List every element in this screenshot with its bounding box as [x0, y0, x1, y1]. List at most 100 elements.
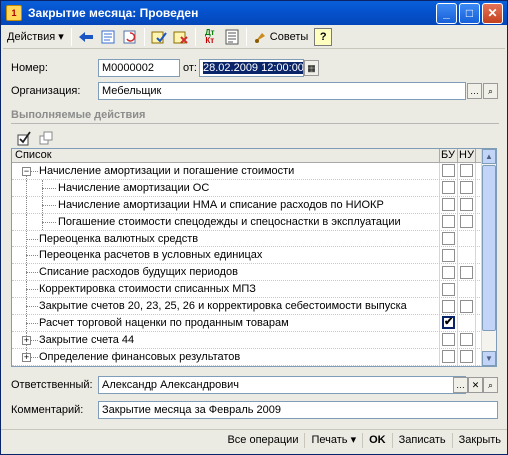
table-row[interactable]: Списание расходов будущих периодов	[12, 264, 496, 282]
column-header-nu[interactable]: НУ	[458, 149, 476, 162]
table-row[interactable]: + Определение финансовых результатов	[12, 348, 496, 366]
list-cell[interactable]: Начисление амортизации ОС	[12, 179, 440, 196]
clear-icon[interactable]: ✕	[468, 377, 483, 393]
bu-checkbox[interactable]	[442, 232, 455, 245]
responsible-field[interactable]: Александр Александрович	[98, 376, 466, 394]
refresh-document-icon[interactable]	[120, 27, 140, 47]
nu-cell	[458, 331, 476, 348]
nu-cell	[458, 298, 476, 315]
nu-checkbox[interactable]	[460, 265, 473, 279]
column-header-bu[interactable]: БУ	[440, 149, 458, 162]
ok-button[interactable]: OK	[363, 431, 392, 450]
bu-checkbox[interactable]	[442, 265, 455, 279]
bu-checkbox[interactable]	[442, 350, 455, 364]
list-cell[interactable]: − Начисление амортизации и погашение стои…	[12, 163, 440, 179]
table-row[interactable]: Погашение стоимости спецодежды и спецосн…	[12, 213, 496, 231]
bu-checkbox[interactable]: ✔	[442, 316, 455, 330]
scroll-up-button[interactable]: ▲	[482, 149, 496, 164]
nu-checkbox[interactable]	[460, 181, 473, 195]
list-cell[interactable]: Расчет торговой наценки по проданным тов…	[12, 315, 440, 331]
vertical-scrollbar[interactable]: ▲ ▼	[481, 149, 496, 366]
nu-checkbox[interactable]	[460, 198, 473, 212]
organization-field[interactable]: Мебельщик	[98, 82, 466, 100]
table-row[interactable]: Корректировка стоимости списанных МПЗ	[12, 281, 496, 299]
scroll-thumb[interactable]	[482, 165, 496, 331]
nu-checkbox[interactable]	[460, 299, 473, 313]
number-field[interactable]: М0000002	[98, 59, 180, 77]
all-operations-button[interactable]: Все операции	[221, 431, 304, 450]
check-all-icon[interactable]	[14, 128, 34, 148]
table-row[interactable]: Закрытие счетов 20, 23, 25, 26 и коррект…	[12, 298, 496, 316]
collapse-icon[interactable]: −	[22, 167, 31, 176]
nu-checkbox[interactable]	[460, 350, 473, 364]
expand-icon[interactable]: +	[22, 352, 31, 362]
arrow-left-icon[interactable]	[76, 27, 96, 47]
print-button[interactable]: Печать ▾	[305, 431, 362, 450]
nu-cell	[458, 179, 476, 196]
calendar-icon[interactable]: ▦	[304, 60, 319, 76]
help-button[interactable]: ?	[314, 27, 333, 46]
table-row[interactable]: Начисление амортизации ОС	[12, 179, 496, 197]
advice-button[interactable]: Советы	[250, 27, 311, 47]
list-cell[interactable]: Корректировка стоимости списанных МПЗ	[12, 281, 440, 298]
expand-icon[interactable]: +	[22, 335, 31, 345]
window-title: Закрытие месяца: Проведен	[28, 6, 199, 20]
table-row[interactable]: Переоценка расчетов в условных единицах	[12, 247, 496, 265]
nu-checkbox[interactable]	[460, 164, 473, 178]
list-cell[interactable]: + Определение финансовых результатов	[12, 348, 440, 365]
uncheck-all-icon[interactable]	[36, 128, 56, 148]
column-header-list[interactable]: Список	[12, 149, 440, 162]
table-row[interactable]: Начисление амортизации НМА и списание ра…	[12, 196, 496, 214]
toolbar-separator	[143, 27, 145, 46]
table-row[interactable]: Переоценка валютных средств	[12, 230, 496, 248]
post-document-icon[interactable]	[149, 27, 169, 47]
nu-cell	[458, 196, 476, 213]
comment-field[interactable]: Закрытие месяца за Февраль 2009	[98, 401, 498, 419]
row-label: Расчет торговой наценки по проданным тов…	[39, 317, 289, 330]
list-cell[interactable]: Начисление амортизации НМА и списание ра…	[12, 196, 440, 213]
list-cell[interactable]: Переоценка расчетов в условных единицах	[12, 247, 440, 264]
search-icon[interactable]: ⌕	[483, 83, 498, 99]
organization-label: Организация:	[11, 85, 81, 97]
bu-checkbox[interactable]	[442, 299, 455, 313]
close-window-button[interactable]: ✕	[482, 2, 503, 24]
nu-checkbox[interactable]	[460, 333, 473, 347]
bu-checkbox[interactable]	[442, 282, 455, 296]
list-cell[interactable]: Закрытие счетов 20, 23, 25, 26 и коррект…	[12, 298, 440, 315]
dt-kt-icon[interactable]: Дт Кт	[200, 27, 220, 47]
bu-checkbox[interactable]	[442, 198, 455, 212]
maximize-button[interactable]: □	[459, 2, 480, 24]
table-row[interactable]: Расчет торговой наценки по проданным тов…	[12, 315, 496, 332]
select-responsible-button[interactable]: …	[453, 377, 468, 393]
toolbar-separator	[70, 27, 72, 46]
nu-cell-empty	[458, 315, 476, 331]
title-bar[interactable]: 1 Закрытие месяца: Проведен _ □ ✕	[1, 1, 507, 25]
list-cell[interactable]: Переоценка валютных средств	[12, 230, 440, 247]
table-row[interactable]: + Закрытие счета 44	[12, 331, 496, 349]
select-organization-button[interactable]: …	[467, 83, 482, 99]
list-cell[interactable]: Погашение стоимости спецодежды и спецосн…	[12, 213, 440, 230]
bu-checkbox[interactable]	[442, 333, 455, 347]
search-icon[interactable]: ⌕	[483, 377, 498, 393]
save-button[interactable]: Записать	[393, 431, 452, 450]
bu-checkbox[interactable]	[442, 164, 455, 178]
structure-icon[interactable]	[98, 27, 118, 47]
minimize-button[interactable]: _	[436, 2, 457, 24]
close-button[interactable]: Закрыть	[453, 431, 507, 450]
report-icon[interactable]	[222, 27, 242, 47]
scroll-down-button[interactable]: ▼	[482, 351, 496, 366]
bu-checkbox[interactable]	[442, 215, 455, 229]
bu-checkbox[interactable]	[442, 181, 455, 195]
actions-menu[interactable]: Действия ▾	[3, 27, 68, 47]
unpost-document-icon[interactable]	[171, 27, 191, 47]
date-field[interactable]: 28.02.2009 12:00:00	[199, 59, 304, 77]
row-label: Переоценка валютных средств	[39, 232, 199, 245]
bu-cell	[440, 331, 458, 348]
row-label: Переоценка расчетов в условных единицах	[39, 249, 263, 262]
list-cell[interactable]: + Закрытие счета 44	[12, 331, 440, 348]
table-row[interactable]: − Начисление амортизации и погашение стои…	[12, 163, 496, 180]
nu-checkbox[interactable]	[460, 215, 473, 229]
nu-cell	[458, 213, 476, 230]
bu-checkbox[interactable]	[442, 248, 455, 262]
list-cell[interactable]: Списание расходов будущих периодов	[12, 264, 440, 281]
